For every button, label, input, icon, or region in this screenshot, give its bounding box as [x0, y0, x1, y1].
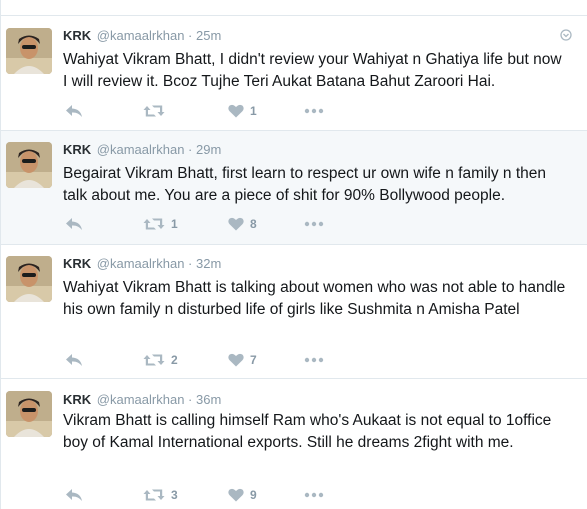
reply-icon: [66, 105, 82, 117]
tweet-actions: 2 7: [63, 352, 363, 368]
author-name[interactable]: KRK: [63, 256, 91, 271]
tweet-actions: 3 9: [63, 487, 363, 503]
retweet-icon: [143, 354, 165, 366]
more-button[interactable]: [304, 216, 324, 232]
more-button[interactable]: [304, 103, 324, 119]
tweet-actions: 1 8: [63, 216, 363, 232]
author-handle[interactable]: @kamaalrkhan: [97, 142, 185, 157]
like-count: 1: [250, 104, 257, 118]
tweet-timestamp[interactable]: 25m: [196, 28, 221, 43]
retweet-button[interactable]: 3: [143, 487, 178, 503]
caret-down-icon[interactable]: [560, 28, 572, 46]
more-button[interactable]: [304, 487, 324, 503]
separator: ·: [188, 392, 193, 407]
like-button[interactable]: 9: [228, 487, 257, 503]
retweet-button[interactable]: 1: [143, 216, 178, 232]
heart-icon: [228, 104, 244, 118]
author-handle[interactable]: @kamaalrkhan: [97, 256, 185, 271]
author-name[interactable]: KRK: [63, 28, 91, 43]
like-count: 8: [250, 217, 257, 231]
like-button[interactable]: 1: [228, 103, 257, 119]
reply-button[interactable]: [65, 216, 83, 232]
heart-icon: [228, 217, 244, 231]
reply-icon: [66, 218, 82, 230]
retweet-button[interactable]: [143, 103, 171, 119]
tweet-item[interactable]: KRK @kamaalrkhan · 29m Begairat Vikram B…: [1, 130, 587, 244]
retweet-icon: [143, 105, 165, 117]
reply-icon: [66, 489, 82, 501]
author-name[interactable]: KRK: [63, 392, 91, 407]
retweet-button[interactable]: 2: [143, 352, 178, 368]
author-name[interactable]: KRK: [63, 142, 91, 157]
tweet-text: Wahiyat Vikram Bhatt is talking about wo…: [63, 279, 566, 318]
tweet-item[interactable]: KRK @kamaalrkhan · 36m Vikram Bhatt is c…: [1, 378, 587, 509]
retweet-count: 1: [171, 217, 178, 231]
avatar[interactable]: [6, 142, 52, 188]
tweet-timestamp[interactable]: 36m: [196, 392, 221, 407]
heart-icon: [228, 353, 244, 367]
tweet-text: Begairat Vikram Bhatt, first learn to re…: [63, 165, 547, 204]
tweet-timestamp[interactable]: 29m: [196, 142, 221, 157]
tweet-text: Wahiyat Vikram Bhatt, I didn't review yo…: [63, 51, 562, 90]
separator: ·: [188, 256, 193, 271]
like-button[interactable]: 8: [228, 216, 257, 232]
like-count: 7: [250, 353, 257, 367]
separator: ·: [188, 28, 193, 43]
tweet-actions: 1: [63, 103, 363, 119]
author-handle[interactable]: @kamaalrkhan: [97, 392, 185, 407]
more-button[interactable]: [304, 352, 324, 368]
reply-button[interactable]: [65, 487, 83, 503]
reply-button[interactable]: [65, 103, 83, 119]
avatar[interactable]: [6, 256, 52, 302]
tweet-item[interactable]: KRK @kamaalrkhan · 32m Wahiyat Vikram Bh…: [1, 244, 587, 378]
avatar[interactable]: [6, 28, 52, 74]
separator: ·: [188, 142, 193, 157]
tweet-item[interactable]: KRK @kamaalrkhan · 25m Wahiyat Vikram Bh…: [1, 15, 587, 130]
like-button[interactable]: 7: [228, 352, 257, 368]
more-dots-icon: [304, 108, 324, 114]
retweet-count: 2: [171, 353, 178, 367]
retweet-count: 3: [171, 488, 178, 502]
avatar[interactable]: [6, 391, 52, 437]
author-handle[interactable]: @kamaalrkhan: [97, 28, 185, 43]
more-dots-icon: [304, 221, 324, 227]
heart-icon: [228, 488, 244, 502]
more-dots-icon: [304, 357, 324, 363]
like-count: 9: [250, 488, 257, 502]
tweet-timeline: KRK @kamaalrkhan · 25m Wahiyat Vikram Bh…: [0, 0, 587, 509]
retweet-icon: [143, 218, 165, 230]
tweet-timestamp[interactable]: 32m: [196, 256, 221, 271]
reply-button[interactable]: [65, 352, 83, 368]
more-dots-icon: [304, 492, 324, 498]
reply-icon: [66, 354, 82, 366]
retweet-icon: [143, 489, 165, 501]
tweet-text: Vikram Bhatt is calling himself Ram who'…: [63, 412, 552, 451]
